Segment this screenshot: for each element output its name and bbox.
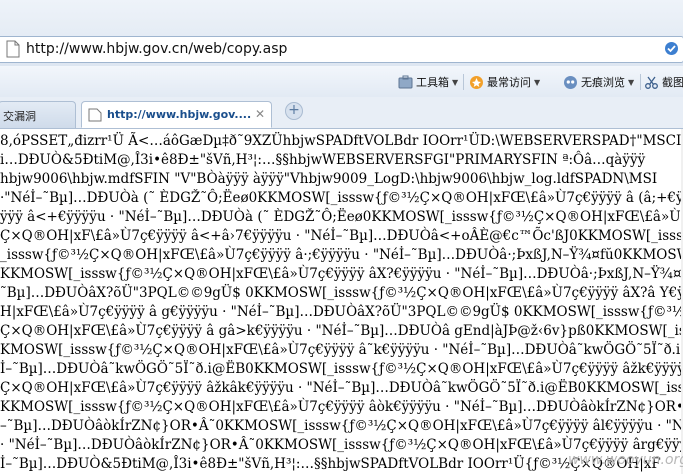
content-text-line: ·"Néİ–˜Bµ]…DĐUÒà (˜ ÈDGŽ˜Ô;Ëeø0KKMOSW[_i… <box>0 190 683 206</box>
most-visited-icon <box>470 75 483 89</box>
tab-inactive[interactable]: 交漏洞 <box>0 101 76 128</box>
content-text-line: KMOSW[_isssw{ƒ©³½Ç×Q®OH|xFŒ\£â»Ù7ç€ÿÿÿÿ … <box>0 342 683 358</box>
screenshot-label: 截图 <box>662 76 683 89</box>
private-browsing-label: 无痕浏览 <box>581 76 625 89</box>
content-text-line: KKMOSW[_isssw{ƒ©³½Ç×Q®OH|xFŒ\£â»Ù7ç€ÿÿÿÿ… <box>0 266 683 282</box>
most-visited-label: 最常访问 <box>487 76 531 89</box>
watermark: www.wooyun.org <box>568 452 683 468</box>
security-shield-icon[interactable] <box>664 41 679 56</box>
chevron-down-icon: ▼ <box>452 77 459 87</box>
content-text-line: ÿÿÿ â<+€ÿÿÿÿu · "Néİ–˜Bµ]…DĐUÒà (˜ ÈDGŽ˜… <box>0 209 683 225</box>
content-text-line: Ç×Q®OH|xFŒ\£â»Ù7ç€ÿÿÿÿ â gâ>k€ÿÿÿÿu · "N… <box>0 323 683 339</box>
tools-button[interactable]: 工具箱 ▼ <box>398 73 458 91</box>
tab-label: 交漏洞 <box>3 110 36 123</box>
private-browsing-icon <box>564 75 577 89</box>
content-text-line: İ–˜Bµ]…DĐUÒâ˜kwÖGÖ˜5Ï˜ð.i@ËB0KKMOSW[_iss… <box>0 361 683 377</box>
chevron-down-icon: ▼ <box>534 77 541 87</box>
content-text-line: KKMOSW[_isssw{ƒ©³½Ç×Q®OH|xFŒ\£â»Ù7ç€ÿÿÿÿ… <box>0 399 683 415</box>
url-text[interactable]: http://www.hbjw.gov.cn/web/copy.asp <box>26 41 287 57</box>
toolbar: 工具箱 ▼ 最常访问 ▼ 无痕浏览 ▼ 截图 <box>0 66 683 98</box>
toolbox-icon <box>398 75 413 88</box>
tools-label: 工具箱 <box>416 76 449 89</box>
tab-label: http://www.hbjw.gov.... <box>107 108 252 121</box>
page-icon <box>6 40 20 58</box>
page-favicon-icon <box>88 108 102 122</box>
chevron-down-icon: ▼ <box>628 77 635 87</box>
most-visited-button[interactable]: 最常访问 ▼ <box>469 73 540 91</box>
toolbar-divider <box>463 74 464 90</box>
scissors-icon <box>645 76 658 89</box>
toolbar-divider <box>640 74 641 90</box>
content-text-line: Ç×Q®OH|xF\£â»Ù7ç€ÿÿÿÿ â<+â›7€ÿÿÿÿu · "Né… <box>0 228 683 244</box>
content-text-line: i…DĐUÒ&5ĐtiM@,Î3i•ê8Ð±"šVñ,H³¦:…§§hbjwWE… <box>0 152 646 168</box>
screenshot-button[interactable]: 截图 <box>644 73 683 91</box>
content-text-line: H|xFŒ\£â»Ù7ç€ÿÿÿÿ â g€ÿÿÿÿu · "Néİ–˜Bµ]…… <box>0 304 683 320</box>
tab-bar: 交漏洞 http://www.hbjw.gov.... ✕ + <box>0 97 683 129</box>
content-text-line: Ç×Q®OH|xFŒ\£â»Ù7ç€ÿÿÿÿ âžkâk€ÿÿÿÿu · "Né… <box>0 380 683 396</box>
close-icon[interactable]: ✕ <box>255 107 265 121</box>
content-text-line: ˜Bµ]…DĐUÒâX?õÜ"3PQL©©9gÜ$ 0KKMOSW[_isssw… <box>0 285 683 301</box>
content-text-line: hbjw9006\hbjw.mdfSFIN "V"BÒàÿÿÿ àÿÿÿ"Vhb… <box>0 171 658 187</box>
address-bar-area: http://www.hbjw.gov.cn/web/copy.asp <box>0 0 683 66</box>
tab-active[interactable]: http://www.hbjw.gov.... ✕ <box>81 101 272 128</box>
private-browsing-button[interactable]: 无痕浏览 ▼ <box>563 73 634 91</box>
content-text-line: _isssw{ƒ©³½Ç×Q®OH|xFŒ\£â»Ù7ç€ÿÿÿÿ â·;€ÿÿ… <box>0 247 683 263</box>
new-tab-button[interactable]: + <box>285 102 303 120</box>
content-text-line: –˜Bµ]…DĐUÒâòkÍrZN¢}OR•Â˜0KKMOSW[_isssw{ƒ… <box>0 418 683 434</box>
page-content: 8,óPSSET„đizrr¹Ü Ã<…áôGæDµ‡ð˜9XZÜhbjwSPA… <box>0 129 683 474</box>
content-text-line: İ–˜Bµ]…DĐUÒ&5ĐtiM@,Î3i•ê8Ð±"šVñ,H³¦:…§§h… <box>0 456 661 472</box>
content-text-line: 8,óPSSET„đizrr¹Ü Ã<…áôGæDµ‡ð˜9XZÜhbjwSPA… <box>0 133 683 149</box>
